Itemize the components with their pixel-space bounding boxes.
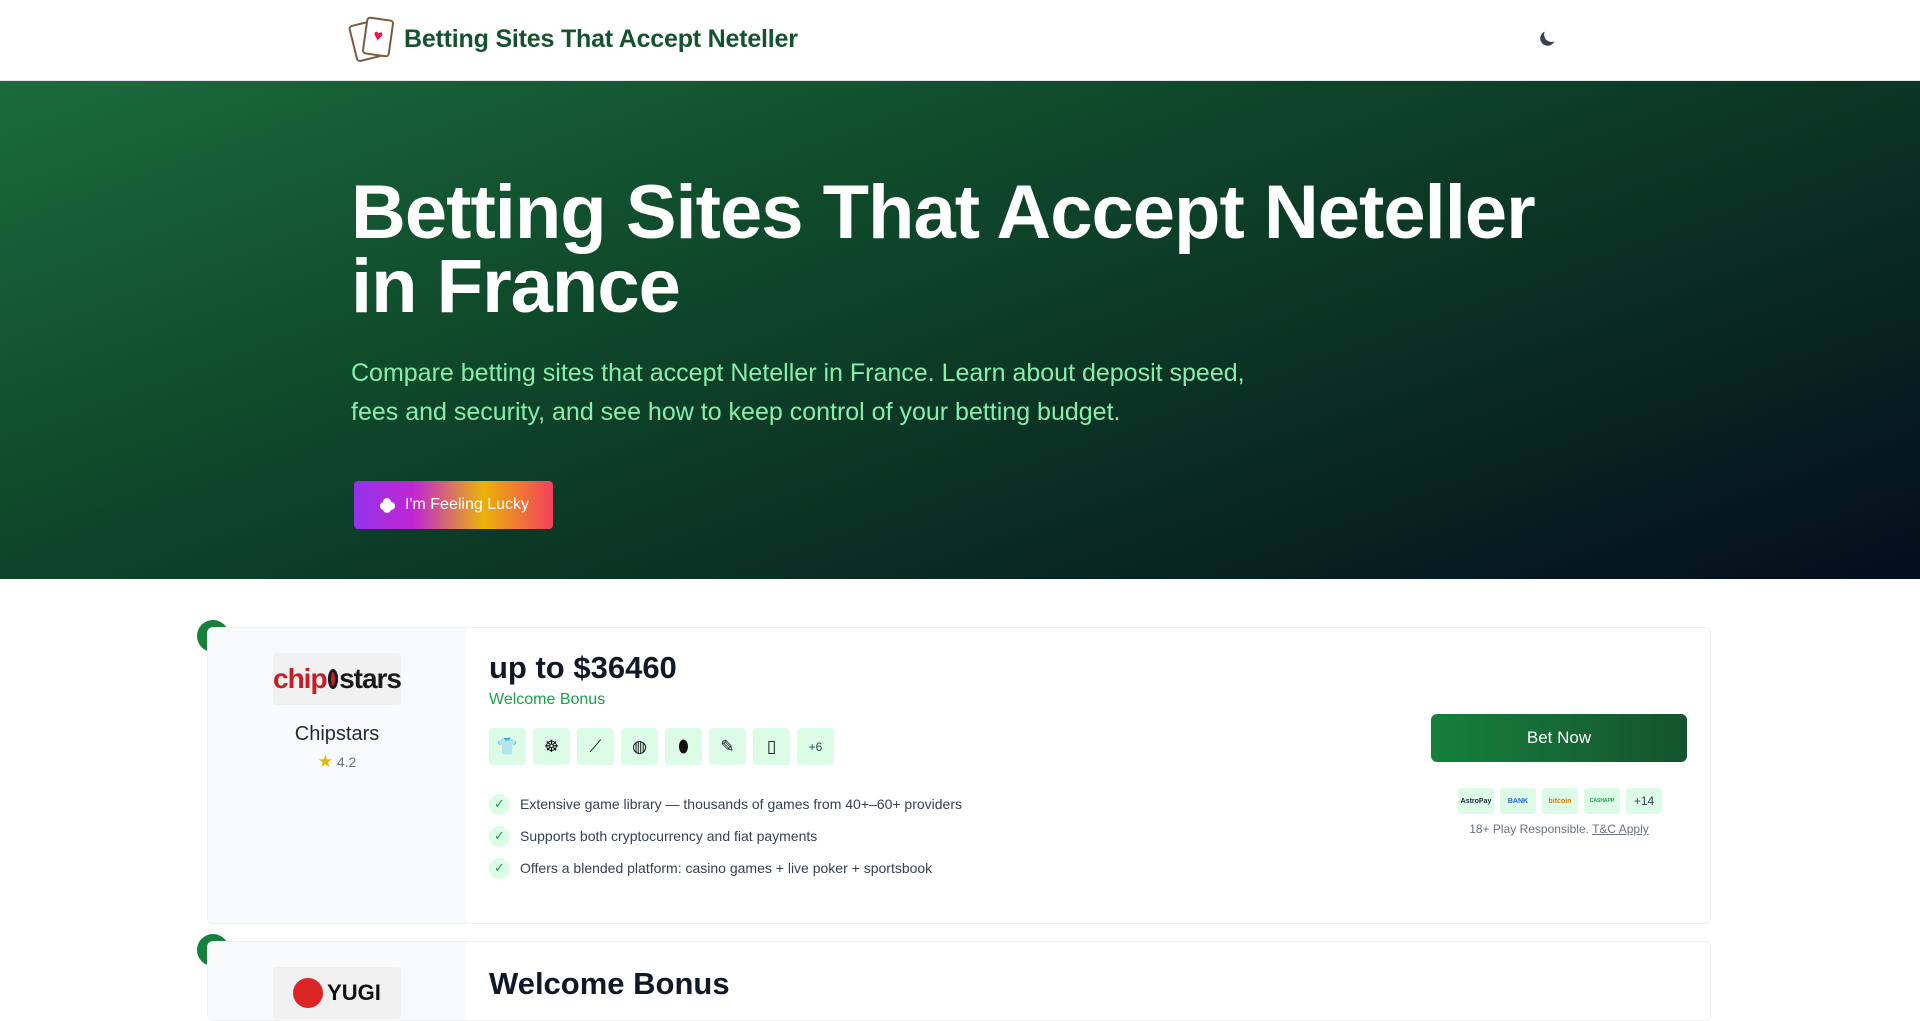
logo-text-chip: chip [273,663,328,694]
moon-icon[interactable] [1536,28,1558,50]
feature-text: Supports both cryptocurrency and fiat pa… [520,828,818,844]
hero-subtitle: Compare betting sites that accept Netell… [351,359,1245,426]
logo-text-stars: stars [339,663,402,694]
check-icon: ✓ [489,825,510,847]
yugi-logo[interactable]: YUGI [273,967,401,1019]
mobile-game-icon: ▯ [753,728,790,765]
playing-cards-icon: ♥ [347,16,395,63]
cashapp-icon: CASHAPP [1584,788,1620,814]
bonus-amount: up to $36460 [489,650,677,685]
basketball-icon: ◍ [621,728,658,765]
terms-link[interactable]: T&C Apply [1592,822,1649,836]
list-item: ✓ Offers a blended platform: casino game… [489,852,962,884]
steering-wheel-icon: ☸ [533,728,570,765]
game-icons: 👕 ☸ ⟋ ◍ ⬮ ✎ ▯ +6 [489,728,834,765]
rugby-ball-icon: ⬮ [665,728,702,765]
bonus-amount: Welcome Bonus [489,966,730,1001]
astropay-icon: AstroPay [1458,788,1494,814]
clover-icon [380,497,395,513]
rating: ★ 4.2 [208,752,466,772]
bitcoin-icon: bitcoin [1542,788,1578,814]
listing-card: chip stars Chipstars ★ 4.2 up to $36460 W… [207,627,1711,924]
bet-now-button[interactable]: Bet Now [1431,714,1687,762]
feeling-lucky-button[interactable]: I'm Feeling Lucky [354,481,553,529]
feature-text: Offers a blended platform: casino games … [520,860,933,876]
feeling-lucky-label: I'm Feeling Lucky [405,496,529,513]
list-item: ✓ Supports both cryptocurrency and fiat … [489,820,962,852]
check-icon: ✓ [489,793,510,815]
rating-value: 4.2 [336,754,357,770]
cricket-bat-icon: ⟋ [577,728,614,765]
feature-list: ✓ Extensive game library — thousands of … [489,788,962,884]
site-title: Betting Sites That Accept Neteller [404,24,798,53]
yugi-disc-icon [293,978,324,1008]
disclaimer-text: 18+ Play Responsible. [1469,822,1589,836]
listing-brand-column: YUGI [208,942,466,1020]
top-navbar: ♥ Betting Sites That Accept Neteller [0,0,1920,81]
badminton-icon: ✎ [709,728,746,765]
listing-brand-column: chip stars Chipstars ★ 4.2 [208,628,466,923]
disclaimer: 18+ Play Responsible. T&C Apply [1403,822,1710,836]
chip-icon [327,669,339,689]
more-payments-badge[interactable]: +14 [1626,788,1662,814]
payment-methods: AstroPay BANK bitcoin CASHAPP +14 [1458,788,1662,814]
star-icon: ★ [317,752,333,771]
more-games-badge[interactable]: +6 [797,728,834,765]
listing-card: YUGI Welcome Bonus [207,941,1711,1021]
check-icon: ✓ [489,857,510,879]
feature-text: Extensive game library — thousands of ga… [520,796,963,812]
hero-section: Betting Sites That Accept Neteller in Fr… [0,81,1920,579]
logo-text-yugi: YUGI [327,980,381,1005]
brand-link[interactable]: ♥ Betting Sites That Accept Neteller [347,16,798,63]
chipstars-logo[interactable]: chip stars [273,653,402,705]
site-name: Chipstars [294,723,380,745]
bonus-label: Welcome Bonus [489,691,606,708]
list-item: ✓ Extensive game library — thousands of … [489,788,962,820]
page-title: Betting Sites That Accept Neteller in Fr… [351,170,1536,329]
bank-icon: BANK [1500,788,1536,814]
jersey-icon: 👕 [489,728,526,765]
